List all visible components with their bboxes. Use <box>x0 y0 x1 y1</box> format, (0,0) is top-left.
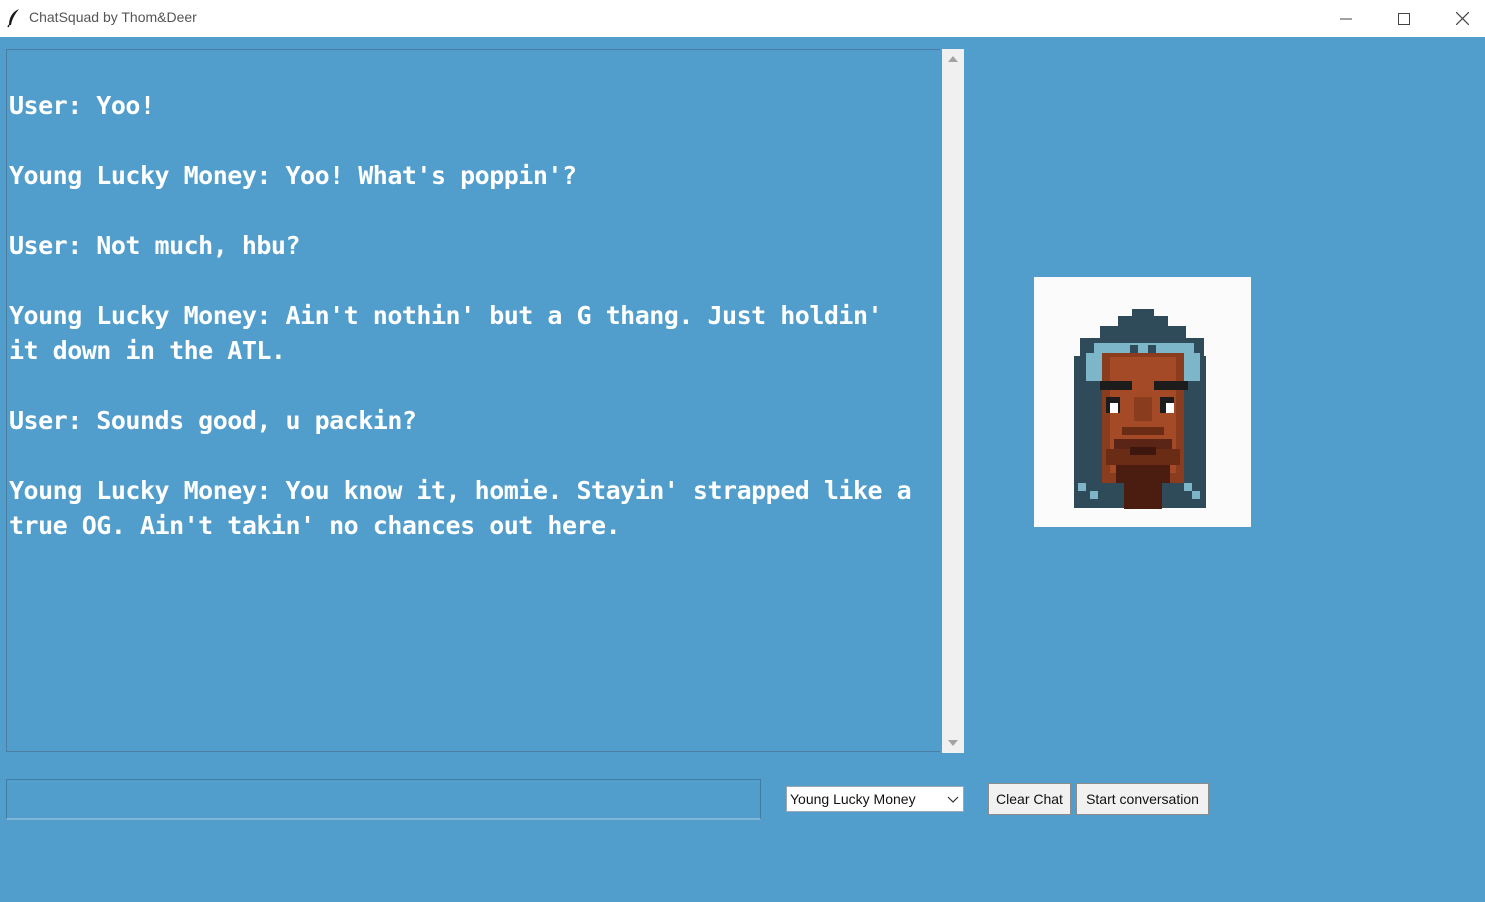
maximize-icon <box>1398 12 1410 25</box>
clear-chat-button[interactable]: Clear Chat <box>988 783 1071 815</box>
title-bar: ChatSquad by Thom&Deer <box>0 0 1485 37</box>
chat-message: User: Yoo! <box>9 91 155 120</box>
chat-message: Young Lucky Money: Yoo! What's poppin'? <box>9 161 577 190</box>
triangle-down-icon <box>948 740 958 746</box>
chat-message: Young Lucky Money: You know it, homie. S… <box>9 476 912 540</box>
triangle-up-icon <box>948 56 958 62</box>
chat-message: Young Lucky Money: Ain't nothin' but a G… <box>9 301 883 365</box>
character-dropdown-value: Young Lucky Money <box>790 791 916 807</box>
chat-transcript: User: Yoo! Young Lucky Money: Yoo! What'… <box>9 88 939 578</box>
message-input[interactable] <box>6 779 761 820</box>
character-avatar <box>1034 277 1251 527</box>
minimize-button[interactable] <box>1317 0 1375 37</box>
feather-icon <box>6 8 22 28</box>
minimize-icon <box>1340 18 1352 19</box>
chevron-down-icon <box>947 796 959 803</box>
scroll-down-button[interactable] <box>942 733 964 753</box>
character-dropdown[interactable]: Young Lucky Money <box>786 786 964 812</box>
close-icon <box>1455 12 1469 25</box>
pixel-portrait <box>1074 309 1206 509</box>
close-button[interactable] <box>1433 0 1485 37</box>
chat-message: User: Sounds good, u packin? <box>9 406 417 435</box>
chat-scrollbar[interactable] <box>942 49 964 753</box>
scroll-up-button[interactable] <box>942 49 964 69</box>
window-title: ChatSquad by Thom&Deer <box>29 9 197 25</box>
maximize-button[interactable] <box>1375 0 1433 37</box>
start-conversation-button[interactable]: Start conversation <box>1076 783 1209 815</box>
chat-message: User: Not much, hbu? <box>9 231 301 260</box>
chat-display[interactable]: User: Yoo! Young Lucky Money: Yoo! What'… <box>6 49 940 752</box>
